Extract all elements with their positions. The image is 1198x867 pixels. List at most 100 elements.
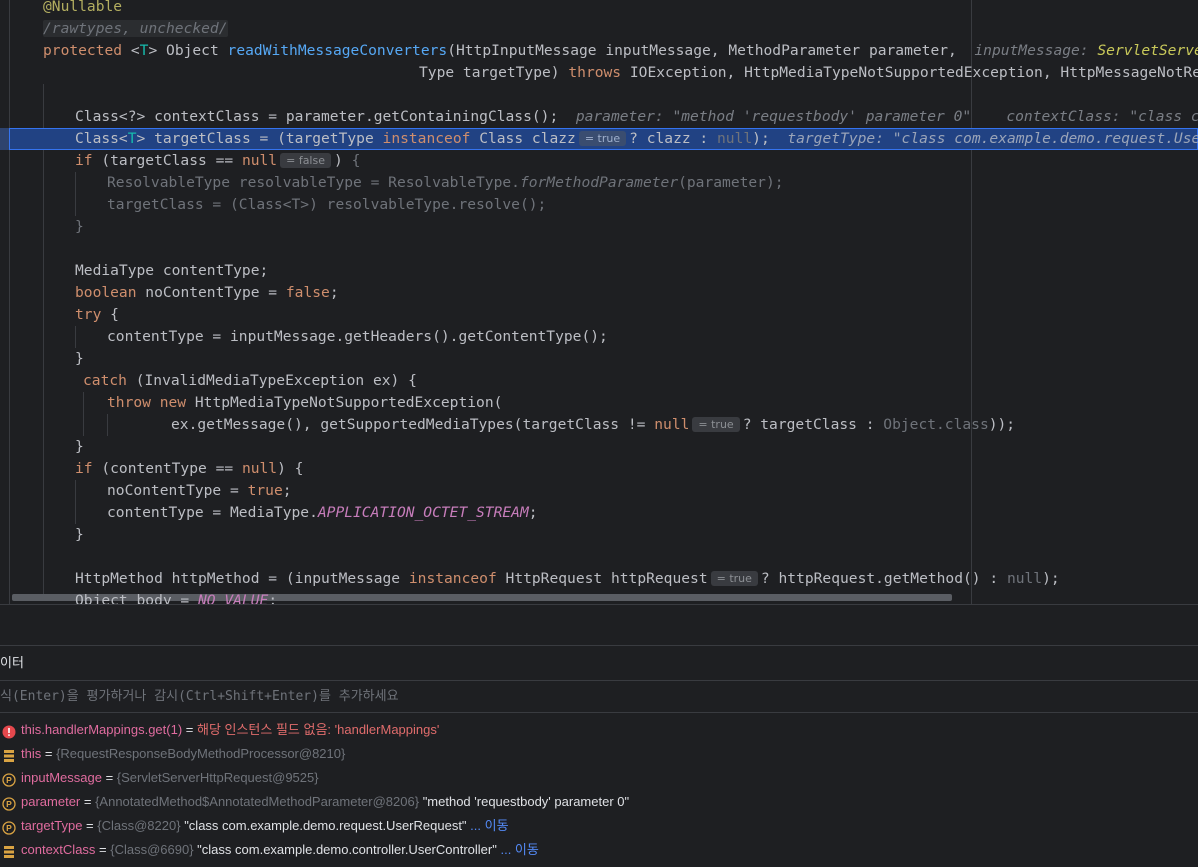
code-token: ? targetClass : [742, 416, 884, 433]
variable-value: "method 'requestbody' parameter 0" [419, 794, 630, 809]
code-token: boolean [75, 284, 146, 301]
code-line[interactable]: } [0, 216, 1198, 238]
variable-text: targetType = {Class@8220} "class com.exa… [21, 814, 509, 838]
code-line[interactable]: Type targetType) throws IOException, Htt… [0, 62, 1198, 84]
code-token: contentType = MediaType. [107, 504, 318, 521]
navigate-link[interactable]: ... 이동 [497, 842, 538, 857]
object-icon [2, 843, 16, 858]
variable-row[interactable]: PtargetType = {Class@8220} "class com.ex… [0, 814, 1198, 838]
current-execution-line[interactable]: Class<T> targetClass = (targetType insta… [0, 128, 1198, 150]
code-line[interactable]: @Nullable [0, 0, 1198, 18]
code-line[interactable]: ex.getMessage(), getSupportedMediaTypes(… [0, 414, 1198, 436]
code-line[interactable]: catch (InvalidMediaTypeException ex) { [0, 370, 1198, 392]
variable-reference: {RequestResponseBodyMethodProcessor@8210… [56, 746, 346, 761]
inline-debug-value: parameter: "method 'requestbody' paramet… [575, 108, 1198, 125]
code-token: ) { [277, 460, 304, 477]
code-token: ); [752, 130, 788, 147]
code-token: ); [1042, 570, 1060, 587]
code-token: } [75, 350, 84, 367]
panel-divider [0, 712, 1198, 713]
variable-name: this.handlerMappings.get(1) [21, 722, 183, 737]
code-token: readWithMessageConverters [227, 42, 448, 59]
code-token: null [717, 130, 753, 147]
code-token: T [127, 130, 137, 147]
code-token: instanceof [382, 130, 480, 147]
variable-error: 해당 인스턴스 필드 없음: 'handlerMappings' [196, 722, 440, 737]
code-line[interactable]: } [0, 436, 1198, 458]
variable-text: contextClass = {Class@6690} "class com.e… [21, 838, 539, 862]
code-token: Class<?> contextClass = parameter.getCon… [75, 108, 576, 125]
parameter-icon: P [2, 819, 16, 835]
code-line[interactable]: if (contentType == null) { [0, 458, 1198, 480]
code-line[interactable]: /rawtypes, unchecked/ [0, 18, 1198, 40]
inline-debug-value: inputMessage: [974, 42, 1098, 59]
object-icon [2, 747, 16, 762]
error-icon [2, 723, 16, 739]
code-line[interactable]: Object body = NO_VALUE; [0, 590, 1198, 604]
code-editor[interactable]: @Nullable/rawtypes, unchecked/protected … [0, 0, 1198, 604]
code-token: ResolvableType resolvableType = Resolvab… [107, 174, 520, 191]
code-token: > targetClass = (targetType [136, 130, 383, 147]
code-token: catch [83, 372, 136, 389]
code-token: try [75, 306, 111, 323]
variable-row[interactable]: contextClass = {Class@6690} "class com.e… [0, 838, 1198, 862]
evaluate-expression-input[interactable] [0, 681, 1198, 712]
code-token: { [110, 306, 119, 323]
variable-reference: {ServletServerHttpRequest@9525} [116, 770, 319, 785]
code-token: /rawtypes, unchecked/ [43, 20, 228, 37]
code-token: true [247, 482, 283, 499]
code-line[interactable]: MediaType contentType; [0, 260, 1198, 282]
code-line[interactable]: ResolvableType resolvableType = Resolvab… [0, 172, 1198, 194]
variable-name: parameter [21, 794, 81, 809]
code-token: ; [329, 284, 339, 301]
code-token: null [654, 416, 690, 433]
code-token: ; [268, 592, 278, 604]
equals-sign: = [80, 794, 96, 809]
inline-debug-value: targetType: "class com.example.demo.requ… [787, 130, 1198, 147]
variables-tree[interactable]: this.handlerMappings.get(1) = 해당 인스턴스 필드… [0, 718, 1198, 862]
code-token: targetClass = (Class<T>) resolvableType.… [107, 196, 547, 213]
variable-name: contextClass [21, 842, 96, 857]
variable-name: this [21, 746, 42, 761]
code-line[interactable]: throw new HttpMediaTypeNotSupportedExcep… [0, 392, 1198, 414]
code-token: ? httpRequest.getMethod() : [760, 570, 1007, 587]
variable-row[interactable]: this = {RequestResponseBodyMethodProcess… [0, 742, 1198, 766]
code-line[interactable]: HttpMethod httpMethod = (inputMessage in… [0, 568, 1198, 590]
code-line[interactable]: if (targetClass == null = false) { [0, 150, 1198, 172]
code-line[interactable]: boolean noContentType = false; [0, 282, 1198, 304]
code-line[interactable]: noContentType = true; [0, 480, 1198, 502]
variable-value: "class com.example.demo.request.UserRequ… [180, 818, 467, 833]
navigate-link[interactable]: ... 이동 [467, 818, 508, 833]
code-line[interactable]: try { [0, 304, 1198, 326]
code-token: (HttpInputMessage inputMessage, MethodPa… [447, 42, 975, 59]
svg-text:P: P [6, 775, 12, 785]
variable-reference: {AnnotatedMethod$AnnotatedMethodParamete… [95, 794, 420, 809]
variable-reference: {Class@8220} [97, 818, 181, 833]
code-line[interactable]: protected <T> Object readWithMessageConv… [0, 40, 1198, 62]
code-line[interactable]: contentType = MediaType.APPLICATION_OCTE… [0, 502, 1198, 524]
variable-row[interactable]: Pparameter = {AnnotatedMethod$AnnotatedM… [0, 790, 1198, 814]
code-token: instanceof [408, 570, 506, 587]
variable-row[interactable]: PinputMessage = {ServletServerHttpReques… [0, 766, 1198, 790]
equals-sign: = [82, 818, 98, 833]
code-token: forMethodParameter [519, 174, 679, 191]
code-line[interactable]: targetClass = (Class<T>) resolvableType.… [0, 194, 1198, 216]
code-token: (targetClass == [101, 152, 242, 169]
code-line[interactable]: Class<?> contextClass = parameter.getCon… [0, 106, 1198, 128]
code-token: HttpMethod httpMethod = (inputMessage [75, 570, 409, 587]
code-line[interactable]: contentType = inputMessage.getHeaders().… [0, 326, 1198, 348]
code-line[interactable]: } [0, 348, 1198, 370]
code-token: HttpMediaTypeNotSupportedException( [194, 394, 503, 411]
code-token: < [130, 42, 140, 59]
code-token: if [75, 152, 102, 169]
variable-row[interactable]: this.handlerMappings.get(1) = 해당 인스턴스 필드… [0, 718, 1198, 742]
panel-divider [0, 645, 1198, 646]
code-token: { [351, 152, 361, 169]
code-token: NO_VALUE [198, 592, 269, 604]
code-token: Class clazz [479, 130, 576, 147]
code-token: APPLICATION_OCTET_STREAM [317, 504, 529, 521]
variable-value: "class com.example.demo.controller.UserC… [193, 842, 497, 857]
evaluate-expression-bar[interactable] [0, 681, 1198, 712]
code-line[interactable]: } [0, 524, 1198, 546]
code-token: ) [334, 152, 352, 169]
